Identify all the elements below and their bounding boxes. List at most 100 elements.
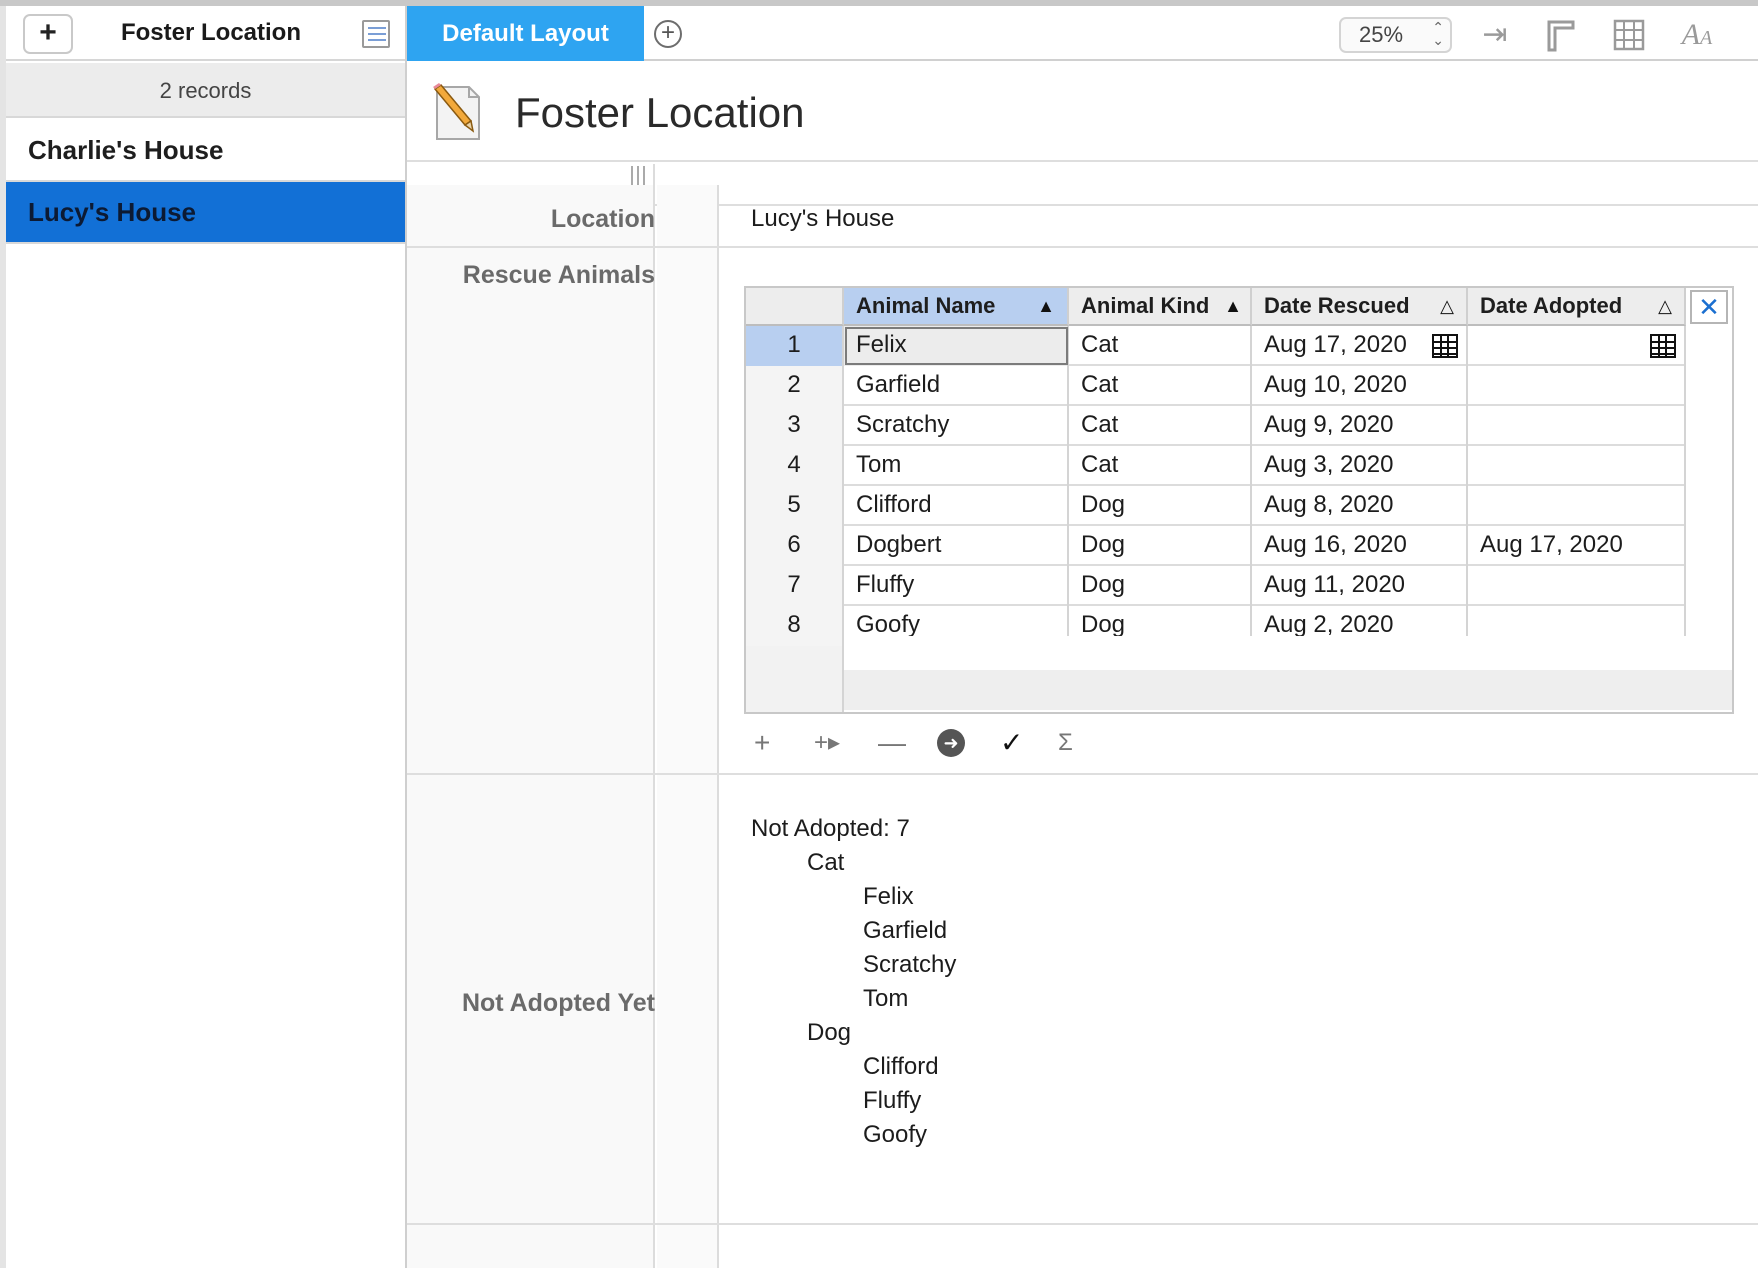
summary-animal-name: Fluffy bbox=[863, 1087, 922, 1114]
summary-animal-name: Clifford bbox=[863, 1053, 939, 1080]
checkmark-icon[interactable]: ✓ bbox=[1000, 726, 1023, 760]
cell-kind[interactable]: Cat bbox=[1069, 326, 1252, 366]
add-record-button[interactable]: + bbox=[23, 14, 73, 54]
row-number: 4 bbox=[746, 446, 844, 486]
table-row[interactable]: 4 Tom Cat Aug 3, 2020 bbox=[746, 446, 1686, 486]
column-header-label: Date Rescued bbox=[1264, 293, 1410, 318]
grid-icon[interactable] bbox=[1609, 18, 1649, 52]
cell-rescued[interactable]: Aug 10, 2020 bbox=[1252, 366, 1468, 406]
summary-group-kind: Cat bbox=[807, 849, 845, 876]
cell-text: Felix bbox=[856, 331, 907, 358]
cell-text: Dog bbox=[1081, 531, 1126, 558]
table-row[interactable]: 1 Felix Cat Aug 17, 2020 bbox=[746, 326, 1686, 366]
cell-text: Aug 3, 2020 bbox=[1264, 451, 1394, 478]
cell-text: Cat bbox=[1081, 331, 1119, 358]
table-row[interactable]: 3 Scratchy Cat Aug 9, 2020 bbox=[746, 406, 1686, 446]
cell-name[interactable]: Clifford bbox=[844, 486, 1069, 526]
cell-adopted[interactable] bbox=[1468, 486, 1686, 526]
cell-kind[interactable]: Cat bbox=[1069, 446, 1252, 486]
row-number: 6 bbox=[746, 526, 844, 566]
sort-indicator-icon[interactable]: △ bbox=[1658, 288, 1672, 324]
cell-name[interactable]: Garfield bbox=[844, 366, 1069, 406]
cell-text: Scratchy bbox=[856, 411, 950, 438]
add-layout-icon[interactable]: + bbox=[654, 20, 682, 48]
form-area: Foster Location Location Lucy's House Re… bbox=[407, 63, 1758, 1268]
summary-animal-name: Scratchy bbox=[863, 951, 957, 978]
cell-text: Cat bbox=[1081, 451, 1119, 478]
cell-name[interactable]: Fluffy bbox=[844, 566, 1069, 606]
row-divider bbox=[407, 1223, 1758, 1225]
cell-rescued[interactable]: Aug 3, 2020 bbox=[1252, 446, 1468, 486]
table-row[interactable]: 7 Fluffy Dog Aug 11, 2020 bbox=[746, 566, 1686, 606]
cell-rescued[interactable]: Aug 16, 2020 bbox=[1252, 526, 1468, 566]
cell-adopted[interactable] bbox=[1468, 366, 1686, 406]
calendar-icon[interactable] bbox=[1650, 334, 1676, 358]
record-list-icon[interactable] bbox=[362, 20, 390, 48]
column-header-label: Animal Name bbox=[856, 293, 996, 318]
rescue-animals-table: Animal Name ▲ Animal Kind ▲ Date Rescued… bbox=[744, 286, 1734, 714]
cell-text: Dog bbox=[1081, 571, 1126, 598]
cell-rescued[interactable]: Aug 9, 2020 bbox=[1252, 406, 1468, 446]
cell-text: Dog bbox=[1081, 611, 1126, 638]
cell-adopted[interactable] bbox=[1468, 406, 1686, 446]
not-adopted-label: Not Adopted Yet bbox=[461, 989, 655, 1017]
sidebar-title: Foster Location bbox=[120, 19, 301, 46]
table-empty-row bbox=[844, 636, 1732, 674]
cell-kind[interactable]: Dog bbox=[1069, 566, 1252, 606]
column-header-animal-name[interactable]: Animal Name ▲ bbox=[844, 288, 1069, 326]
add-row-icon[interactable]: + bbox=[754, 726, 770, 760]
row-divider bbox=[407, 773, 1758, 775]
location-label: Location bbox=[550, 205, 655, 233]
cell-kind[interactable]: Cat bbox=[1069, 366, 1252, 406]
cell-name[interactable]: Dogbert bbox=[844, 526, 1069, 566]
cell-name[interactable]: Scratchy bbox=[844, 406, 1069, 446]
cell-text: Aug 17, 2020 bbox=[1480, 531, 1623, 558]
cell-adopted[interactable] bbox=[1468, 566, 1686, 606]
calendar-icon[interactable] bbox=[1432, 334, 1458, 358]
insert-row-icon[interactable]: +▸ bbox=[814, 726, 840, 760]
zoom-chevron-icon[interactable]: ⌃ ⌄ bbox=[1432, 20, 1444, 47]
cell-name[interactable]: Tom bbox=[844, 446, 1069, 486]
sort-indicator-icon[interactable]: △ bbox=[1440, 288, 1454, 324]
ruler-icon[interactable] bbox=[1541, 18, 1581, 52]
cell-adopted[interactable]: Aug 17, 2020 bbox=[1468, 526, 1686, 566]
column-header-label: Animal Kind bbox=[1081, 293, 1210, 318]
table-row[interactable]: 6 Dogbert Dog Aug 16, 2020 Aug 17, 2020 bbox=[746, 526, 1686, 566]
cell-kind[interactable]: Cat bbox=[1069, 406, 1252, 446]
tab-order-icon[interactable]: ⇥ bbox=[1475, 18, 1515, 52]
column-header-date-adopted[interactable]: Date Adopted △ bbox=[1468, 288, 1686, 326]
table-row[interactable]: 5 Clifford Dog Aug 8, 2020 bbox=[746, 486, 1686, 526]
cell-rescued[interactable]: Aug 11, 2020 bbox=[1252, 566, 1468, 606]
cell-text: Tom bbox=[856, 451, 902, 478]
zoom-stepper[interactable]: 25% ⌃ ⌄ bbox=[1339, 17, 1452, 53]
sort-ascending-icon[interactable]: ▲ bbox=[1224, 288, 1242, 324]
table-row[interactable]: 2 Garfield Cat Aug 10, 2020 bbox=[746, 366, 1686, 406]
remove-row-icon[interactable]: — bbox=[878, 726, 906, 760]
go-to-record-icon[interactable]: ➜ bbox=[937, 729, 965, 757]
cell-kind[interactable]: Dog bbox=[1069, 526, 1252, 566]
rescue-animals-label: Rescue Animals bbox=[462, 261, 655, 289]
record-item-lucys-house[interactable]: Lucy's House bbox=[6, 182, 405, 244]
table-settings-icon[interactable]: ✕ bbox=[1690, 290, 1728, 324]
summary-sigma-icon[interactable]: Σ bbox=[1058, 726, 1073, 760]
cell-kind[interactable]: Dog bbox=[1069, 486, 1252, 526]
cell-text: Goofy bbox=[856, 611, 921, 638]
location-field[interactable]: Lucy's House bbox=[751, 205, 894, 233]
edit-note-icon bbox=[433, 83, 480, 140]
summary-animal-name: Garfield bbox=[863, 917, 948, 944]
cell-rescued[interactable]: Aug 17, 2020 bbox=[1252, 326, 1468, 366]
cell-adopted[interactable] bbox=[1468, 446, 1686, 486]
gap-column bbox=[657, 185, 719, 1268]
record-item-charlies-house[interactable]: Charlie's House bbox=[6, 120, 405, 182]
sort-ascending-icon[interactable]: ▲ bbox=[1037, 288, 1055, 324]
tab-default-layout[interactable]: Default Layout bbox=[407, 6, 644, 61]
cell-text: Aug 16, 2020 bbox=[1264, 531, 1407, 558]
column-header-animal-kind[interactable]: Animal Kind ▲ bbox=[1069, 288, 1252, 326]
column-header-date-rescued[interactable]: Date Rescued △ bbox=[1252, 288, 1468, 326]
cell-text: Garfield bbox=[856, 371, 941, 398]
cell-rescued[interactable]: Aug 8, 2020 bbox=[1252, 486, 1468, 526]
cell-text: Aug 10, 2020 bbox=[1264, 371, 1407, 398]
text-style-icon[interactable]: AA bbox=[1677, 18, 1717, 52]
cell-name[interactable]: Felix bbox=[844, 326, 1069, 366]
cell-adopted[interactable] bbox=[1468, 326, 1686, 366]
